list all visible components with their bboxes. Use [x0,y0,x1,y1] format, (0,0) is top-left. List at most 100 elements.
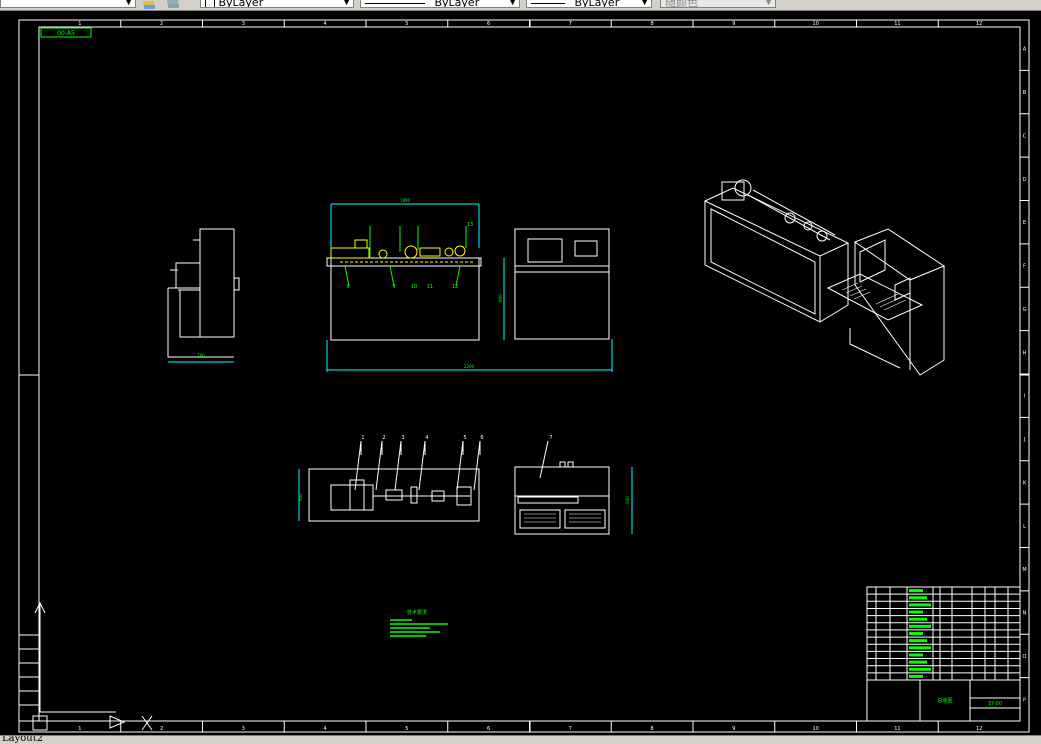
zone-letter-right: K [1023,480,1027,486]
chevron-down-icon: ▼ [641,0,648,7]
parts-list-entry [909,603,931,607]
zone-letter-right: M [1022,567,1026,573]
linetype-preview [365,2,425,4]
top-view-callouts: 1 2 3 4 5 6 [354,435,484,491]
zone-number-bottom: 1 [78,726,81,732]
zone-number-bottom: 8 [651,726,654,732]
drawing-svg[interactable]: 1 2 3 4 5 6 7 8 9 10 11 12 1 2 3 4 5 6 7 8 9 10 11 12 ABCDEFGH… [0,11,1041,735]
front-callout-label: 13 [467,222,473,228]
top-callout-label: 4 [425,435,428,441]
front-view[interactable] [326,228,610,341]
color-swatch-icon [205,0,215,7]
plotstyle-control-value: 随颜色 [665,0,698,8]
color-control-dropdown[interactable]: ByLayer ▼ [200,0,354,8]
front-callout-label: 10 [411,284,417,290]
top-callout-label: 3 [401,435,404,441]
zone-number-top: 4 [324,21,327,27]
zone-number-bottom: 12 [976,726,982,732]
parts-list-entry [909,667,931,671]
zone-letter-right: A [1023,47,1027,53]
zone-letter-right: D [1023,177,1027,183]
zone-number-top: 8 [651,21,654,27]
zone-number-top: 1 [78,21,81,27]
top-callout-leader [394,440,402,491]
linetype-control-value: ByLayer [434,0,480,8]
zone-letter-right: I [1024,394,1025,400]
zone-number-top: 10 [812,21,818,27]
color-control-value: ByLayer [218,0,264,8]
isometric-view[interactable] [703,179,946,376]
top-callout-leader [354,440,362,491]
zone-number-bottom: 5 [405,726,408,732]
zone-number-top: 2 [160,21,163,27]
top-callout-label: 1 [361,435,364,441]
title-tag: 00-A5 [57,30,75,37]
zone-number-top: 6 [487,21,490,27]
parts-list-entry [909,646,931,650]
top-callout-leader [375,440,383,491]
technical-notes: 技术要求 [390,609,448,637]
zone-letter-right: B [1023,90,1027,96]
outer-frame [18,19,1030,733]
parts-list-entry [909,596,927,600]
lineweight-preview [531,2,565,4]
parts-list-entry [909,610,923,614]
chevron-down-icon: ▼ [509,0,516,7]
zone-letter-right: C [1023,133,1027,139]
zone-number-bottom: 4 [324,726,327,732]
lineweight-control-value: ByLayer [574,0,620,8]
zone-number-top: 7 [569,21,572,27]
front-callout-label: 12 [452,284,458,290]
zone-letter-right: N [1023,611,1027,617]
top-view-depth-dim: 600 [298,493,303,501]
parts-list-entry [909,589,923,593]
zone-number-bottom: 2 [160,726,163,732]
top-view[interactable] [298,468,480,522]
zone-letter-right: P [1023,697,1026,703]
front-width-dim: 1800 [400,198,411,203]
parts-list-entry [909,674,923,678]
zone-letter-right: G [1023,307,1027,313]
linetype-control-dropdown[interactable]: ByLayer ▼ [360,0,520,8]
zone-letter-right: L [1023,524,1026,530]
layer-manager-icon[interactable] [142,0,156,9]
front-callout-label: 9 [392,284,395,290]
zone-number-top: 3 [242,21,245,27]
drawing-canvas[interactable]: 1 2 3 4 5 6 7 8 9 10 11 12 1 2 3 4 5 6 7 8 9 10 11 12 ABCDEFGH… [0,11,1041,735]
zone-letter-right: H [1023,350,1027,356]
layer-states-icon[interactable] [166,0,180,8]
revision-block [18,634,40,722]
ucs-icon [32,601,153,731]
lineweight-control-dropdown[interactable]: ByLayer ▼ [526,0,652,8]
zone-number-bottom: 11 [894,726,900,732]
isometric-keyboard [841,282,907,311]
plotstyle-control-dropdown[interactable]: 随颜色 ▼ [660,0,776,8]
zone-letter-right: E [1023,220,1026,226]
control-box-callouts: 7 [539,435,553,479]
side-view-dim: 700 [197,353,205,358]
parts-list-entry [909,639,927,643]
overall-width-dim: 2200 [464,364,475,369]
zone-number-bottom: 10 [812,726,818,732]
zone-letter-right: F [1023,264,1026,270]
top-callout-leader [418,440,426,491]
tech-notes-title: 技术要求 [407,609,427,616]
chevron-down-icon: ▼ [125,0,132,7]
zone-number-top: 9 [732,21,735,27]
layer-dropdown[interactable]: ▼ [0,0,136,8]
drawing-number: SY-00 [988,701,1002,707]
box-callout-label: 7 [549,435,552,441]
zone-letter-right: J [1023,437,1025,443]
zone-number-bottom: 6 [487,726,490,732]
control-box-keys [524,513,601,523]
zone-number-bottom: 3 [242,726,245,732]
parts-list-entry [909,617,927,621]
parts-list [867,587,1020,680]
parts-list-entry [909,653,923,657]
control-box-depth-dim: 500 [625,496,630,504]
side-view[interactable] [167,228,240,363]
control-box-view[interactable] [514,461,633,535]
front-callout-label: 8 [346,284,349,290]
zone-number-top: 12 [976,21,982,27]
front-callout-label: 11 [427,284,433,290]
